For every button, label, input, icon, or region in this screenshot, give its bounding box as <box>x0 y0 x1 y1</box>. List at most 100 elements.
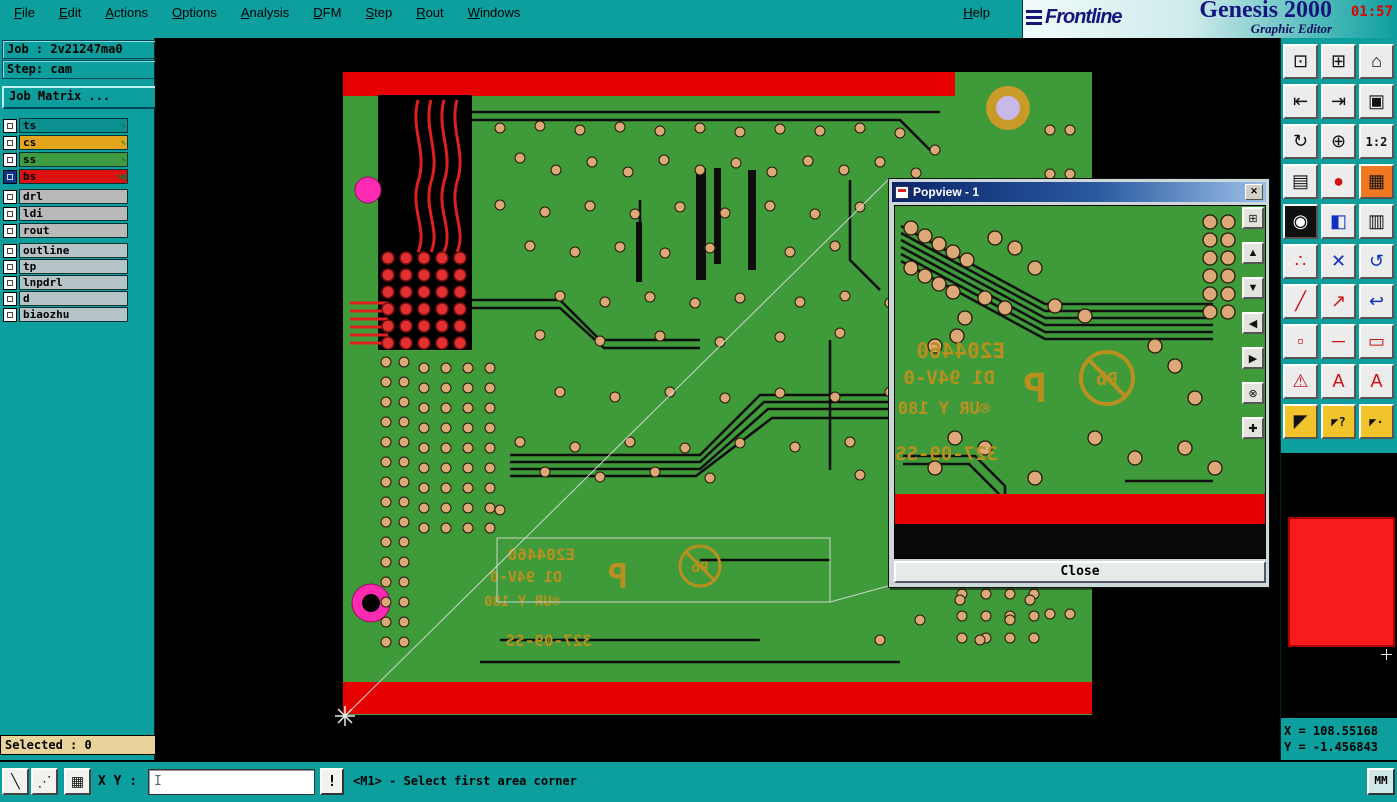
svg-text:E204460: E204460 <box>508 545 575 564</box>
snap-points-icon[interactable]: ⋰ <box>31 768 58 795</box>
zoom-ratio-icon[interactable]: 1:2 <box>1359 124 1394 159</box>
rotate-view-icon[interactable]: ↻ <box>1283 124 1318 159</box>
half-tone-icon[interactable]: ◧ <box>1321 204 1356 239</box>
layer-d-bar[interactable]: d <box>19 291 128 306</box>
popview-close-button[interactable]: Close <box>894 561 1266 583</box>
layer-ts-mark-icon: ✎ <box>121 121 126 130</box>
text-a-frame-icon[interactable]: A <box>1359 364 1394 399</box>
pad-dot-icon[interactable]: ● <box>1321 164 1356 199</box>
pcb-workspace[interactable]: E204460 D1 94V-0 ®UR Y 180 P 327-09-SS P… <box>155 38 1280 760</box>
cursor-query-icon[interactable]: ◤? <box>1321 404 1356 439</box>
menu-step[interactable]: Step <box>365 5 392 20</box>
ruler-icon[interactable]: ▥ <box>1359 204 1394 239</box>
layer-outline-bar[interactable]: outline <box>19 243 128 258</box>
pv-pan-down-icon[interactable]: ▼ <box>1242 277 1264 299</box>
cursor-mark-icon[interactable]: ◤· <box>1359 404 1394 439</box>
undo-icon[interactable]: ↩ <box>1359 284 1394 319</box>
layer-bs-bar[interactable]: bs ✎▦ <box>19 169 128 184</box>
menu-options[interactable]: Options <box>172 5 217 20</box>
shapes-icon[interactable]: ▭ <box>1359 324 1394 359</box>
popview-titlebar[interactable]: Popview - 1 ✕ <box>892 182 1266 202</box>
layer-d-checkbox[interactable] <box>3 291 17 306</box>
menu-actions[interactable]: Actions <box>105 5 148 20</box>
layer-drl-bar[interactable]: drl <box>19 189 128 204</box>
line-tool-icon[interactable]: ╱ <box>1283 284 1318 319</box>
magenta-pad-top <box>354 176 382 204</box>
layer-ts-bar[interactable]: ts ✎ <box>19 118 128 133</box>
arrow-tool-icon[interactable]: ↗ <box>1321 284 1356 319</box>
layer-lnpdrl-bar[interactable]: lnpdrl <box>19 275 128 290</box>
job-matrix-button[interactable]: Job Matrix ... <box>2 86 157 109</box>
target-icon[interactable]: ⊕ <box>1321 124 1356 159</box>
layers-icon[interactable]: ▤ <box>1283 164 1318 199</box>
pan-out-icon[interactable]: ⇥ <box>1321 84 1356 119</box>
top-strip: File Edit Actions Options Analysis DFM S… <box>0 0 1397 39</box>
net-points-icon[interactable]: ∴ <box>1283 244 1318 279</box>
layer-tp-checkbox[interactable] <box>3 259 17 274</box>
svg-text:327-09-SS: 327-09-SS <box>895 443 998 465</box>
xy-input-field[interactable]: I <box>148 769 315 795</box>
layer-ss-bar[interactable]: ss ✎ <box>19 152 128 167</box>
layer-outline-checkbox[interactable] <box>3 243 17 258</box>
menu-dfm[interactable]: DFM <box>313 5 341 20</box>
layer-biaozhu-bar[interactable]: biaozhu <box>19 307 128 322</box>
dash-icon[interactable]: ─ <box>1321 324 1356 359</box>
menu-analysis[interactable]: Analysis <box>241 5 289 20</box>
layer-bs-checkbox[interactable] <box>3 169 17 184</box>
measure-line-icon[interactable]: ╲ <box>2 768 29 795</box>
layer-tp-bar[interactable]: tp <box>19 259 128 274</box>
menu-rout[interactable]: Rout <box>416 5 443 20</box>
overview-board-extent[interactable] <box>1288 517 1395 647</box>
windows-icon[interactable]: ▣ <box>1359 84 1394 119</box>
screen-move-icon[interactable]: ⊞ <box>1321 44 1356 79</box>
layer-ss-checkbox[interactable] <box>3 152 17 167</box>
popview-black-band <box>895 524 1265 558</box>
layer-ts-checkbox[interactable] <box>3 118 17 133</box>
coord-y: Y = -1.456843 <box>1284 740 1378 754</box>
warning-icon[interactable]: ⚠ <box>1283 364 1318 399</box>
popview-window-icon <box>895 185 909 199</box>
layer-row-ss: ss ✎ <box>3 152 128 167</box>
board-top-band <box>343 72 955 96</box>
layer-drl-checkbox[interactable] <box>3 189 17 204</box>
cursor-icon[interactable]: ◤ <box>1283 404 1318 439</box>
xy-input[interactable] <box>151 771 313 793</box>
popview-close-x-icon[interactable]: ✕ <box>1245 184 1263 200</box>
pv-pan-left-icon[interactable]: ◀ <box>1242 312 1264 334</box>
layer-lnpdrl-checkbox[interactable] <box>3 275 17 290</box>
layer-ldi-checkbox[interactable] <box>3 206 17 221</box>
pv-pan-right-icon[interactable]: ▶ <box>1242 347 1264 369</box>
layer-ldi-bar[interactable]: ldi <box>19 206 128 221</box>
status-bar: ╲ ⋰ ▦ X Y : I ! <M1> - Select first area… <box>0 760 1397 802</box>
invert-icon[interactable]: ◉ <box>1283 204 1318 239</box>
popview-content[interactable]: E204460 D1 94V-0 ®UR Y 180 P Pb 327-09-S… <box>894 205 1266 559</box>
menu-file[interactable]: File <box>14 5 35 20</box>
pv-pan-up-icon[interactable]: ▲ <box>1242 242 1264 264</box>
refresh-icon[interactable]: ↺ <box>1359 244 1394 279</box>
color-grid-icon[interactable]: ▦ <box>1359 164 1394 199</box>
pv-zoom-fit-icon[interactable]: ⊗ <box>1242 382 1264 404</box>
app-subtitle: Graphic Editor <box>1250 21 1332 36</box>
delete-x-icon[interactable]: ✕ <box>1321 244 1356 279</box>
layer-cs-bar[interactable]: cs ✎ <box>19 135 128 150</box>
screen-icon[interactable]: ⊡ <box>1283 44 1318 79</box>
popview-canvas[interactable]: E204460 D1 94V-0 ®UR Y 180 P Pb 327-09-S… <box>895 206 1265 558</box>
layer-rout-checkbox[interactable] <box>3 223 17 238</box>
pad-small-icon[interactable]: ▫ <box>1283 324 1318 359</box>
layer-cs-checkbox[interactable] <box>3 135 17 150</box>
pv-center-icon[interactable]: ✚ <box>1242 417 1264 439</box>
menu-windows[interactable]: Windows <box>468 5 521 20</box>
popview-red-band <box>895 494 1265 524</box>
layer-rout-bar[interactable]: rout <box>19 223 128 238</box>
menu-help[interactable]: Help <box>963 5 990 20</box>
alert-button[interactable]: ! <box>320 768 344 795</box>
pan-in-icon[interactable]: ⇤ <box>1283 84 1318 119</box>
overview-area <box>1281 453 1397 718</box>
menu-edit[interactable]: Edit <box>59 5 81 20</box>
pv-window-icon[interactable]: ⊞ <box>1242 207 1264 229</box>
clamp-icon[interactable]: ⌂ <box>1359 44 1394 79</box>
layer-biaozhu-checkbox[interactable] <box>3 307 17 322</box>
grid-toggle-icon[interactable]: ▦ <box>64 768 91 795</box>
text-a-red-icon[interactable]: A <box>1321 364 1356 399</box>
units-toggle-button[interactable]: MM <box>1367 768 1395 795</box>
